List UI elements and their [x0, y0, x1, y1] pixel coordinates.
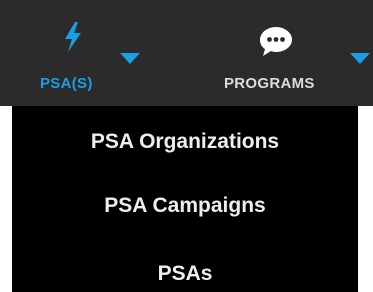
- caret-down-icon[interactable]: [350, 53, 370, 64]
- nav-item-psas[interactable]: PSA(S): [0, 0, 150, 106]
- nav-label-programs: PROGRAMS: [224, 75, 315, 92]
- menu-item-psa-organizations[interactable]: PSA Organizations: [12, 122, 358, 162]
- menu-item-psas[interactable]: PSAs: [12, 254, 358, 292]
- lightning-bolt-icon: [65, 22, 81, 52]
- app-frame: PSA(S) PROGRAMS PSA Organizations PSA Ca…: [0, 0, 373, 292]
- top-navbar: PSA(S) PROGRAMS: [0, 0, 373, 106]
- nav-label-psas: PSA(S): [40, 75, 93, 92]
- menu-item-psa-campaigns[interactable]: PSA Campaigns: [12, 186, 358, 226]
- nav-item-programs[interactable]: PROGRAMS: [200, 0, 373, 106]
- caret-down-icon[interactable]: [120, 53, 140, 64]
- chat-bubble-icon: [260, 27, 292, 56]
- psa-dropdown-menu: PSA Organizations PSA Campaigns PSAs: [12, 106, 358, 292]
